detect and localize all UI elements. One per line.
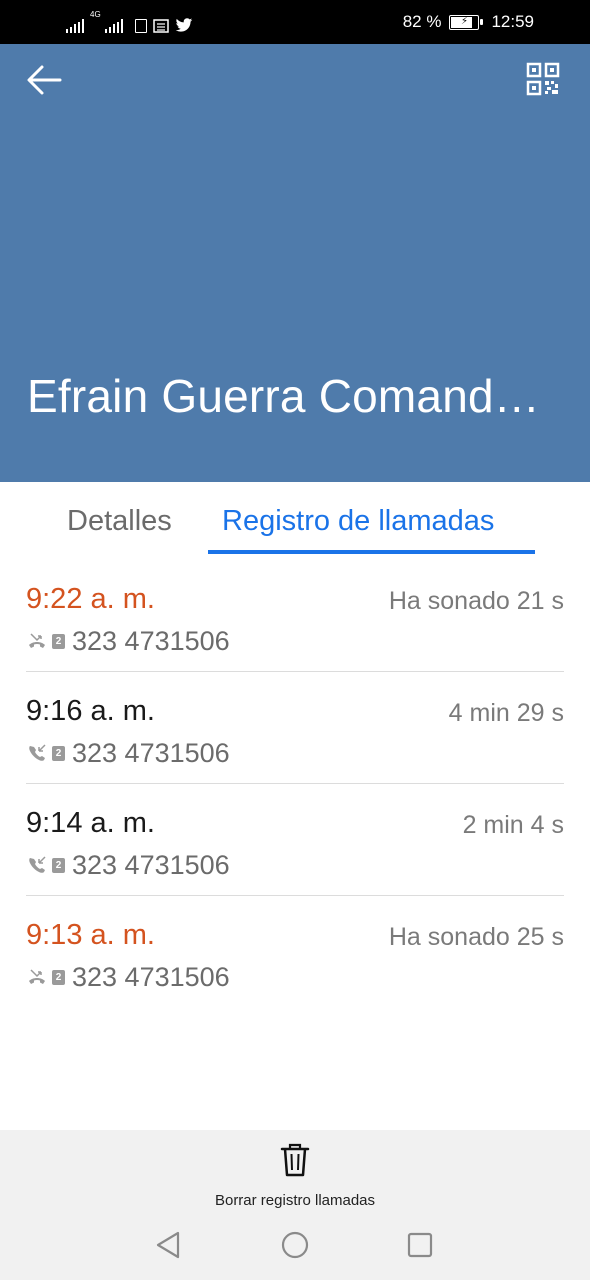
call-number: 323 4731506 xyxy=(72,626,230,656)
tab-active-indicator xyxy=(208,550,535,554)
twitter-icon xyxy=(175,18,192,32)
status-icons-left: 4G xyxy=(66,11,193,33)
call-number: 323 4731506 xyxy=(72,738,230,768)
clock: 12:59 xyxy=(491,12,534,31)
incoming-call-icon xyxy=(29,744,46,761)
call-number: 323 4731506 xyxy=(72,962,230,992)
call-details: 2 323 4731506 xyxy=(26,960,230,994)
call-duration: Ha sonado 25 s xyxy=(388,923,564,951)
call-duration: 2 min 4 s xyxy=(462,811,564,839)
status-icons-right: 82 % ⚡ 12:59 xyxy=(403,11,534,33)
nav-recents-button[interactable] xyxy=(405,1230,435,1260)
delete-call-log-button[interactable]: Borrar registro llamadas xyxy=(180,1138,410,1210)
tab-details[interactable]: Detalles xyxy=(67,504,172,538)
arrow-back-icon xyxy=(27,65,62,95)
sim-badge: 2 xyxy=(52,633,65,649)
battery-charging-icon: ⚡ xyxy=(449,14,484,30)
call-log-item[interactable]: 9:16 a. m. 2 323 4731506 4 min 29 s xyxy=(26,672,564,784)
call-time: 9:13 a. m. xyxy=(26,919,155,951)
nav-home-icon xyxy=(281,1231,309,1259)
call-details: 2 323 4731506 xyxy=(26,848,230,882)
qr-code-button[interactable] xyxy=(526,62,562,98)
call-time: 9:16 a. m. xyxy=(26,695,155,727)
back-button[interactable] xyxy=(26,62,66,98)
call-log-list: 9:22 a. m. 2 323 4731506 Ha sonado 21 s … xyxy=(0,560,590,1008)
nav-back-icon xyxy=(156,1231,180,1259)
call-duration: Ha sonado 21 s xyxy=(388,587,564,615)
signal-4g-icon xyxy=(104,19,123,33)
call-time: 9:22 a. m. xyxy=(26,583,155,615)
system-nav-bar xyxy=(0,1210,590,1280)
network-type-label: 4G xyxy=(90,10,101,19)
trash-icon xyxy=(280,1143,310,1177)
incoming-call-icon xyxy=(29,856,46,873)
call-details: 2 323 4731506 xyxy=(26,624,230,658)
signal-icon xyxy=(66,19,84,33)
tab-call-log[interactable]: Registro de llamadas xyxy=(222,504,494,538)
missed-call-icon xyxy=(29,969,45,984)
nav-home-button[interactable] xyxy=(280,1230,310,1260)
call-time: 9:14 a. m. xyxy=(26,807,155,839)
status-bar: 4G 82 % ⚡ 12:59 xyxy=(0,0,590,44)
battery-percent: 82 % xyxy=(402,12,442,31)
call-log-item[interactable]: 9:22 a. m. 2 323 4731506 Ha sonado 21 s xyxy=(26,560,564,672)
call-log-item[interactable]: 9:13 a. m. 2 323 4731506 Ha sonado 25 s xyxy=(26,896,564,1008)
call-number: 323 4731506 xyxy=(72,850,230,880)
qr-code-icon xyxy=(526,62,560,96)
news-icon xyxy=(152,19,169,33)
sim-badge: 2 xyxy=(52,969,65,985)
call-details: 2 323 4731506 xyxy=(26,736,230,770)
nav-back-button[interactable] xyxy=(154,1230,184,1260)
bottom-action-bar: Borrar registro llamadas xyxy=(0,1130,590,1210)
sim-badge: 2 xyxy=(52,857,65,873)
call-duration: 4 min 29 s xyxy=(448,699,564,727)
sim-badge: 2 xyxy=(52,745,65,761)
delete-call-log-label: Borrar registro llamadas xyxy=(214,1192,376,1209)
contact-name: Efrain Guerra Comand… xyxy=(27,370,540,422)
nav-recents-icon xyxy=(407,1232,433,1258)
call-log-item[interactable]: 9:14 a. m. 2 323 4731506 2 min 4 s xyxy=(26,784,564,896)
sim-icon xyxy=(134,19,147,33)
contact-header: Efrain Guerra Comand… xyxy=(0,44,590,482)
tab-bar: Detalles Registro de llamadas xyxy=(0,482,590,554)
missed-call-icon xyxy=(29,633,45,648)
